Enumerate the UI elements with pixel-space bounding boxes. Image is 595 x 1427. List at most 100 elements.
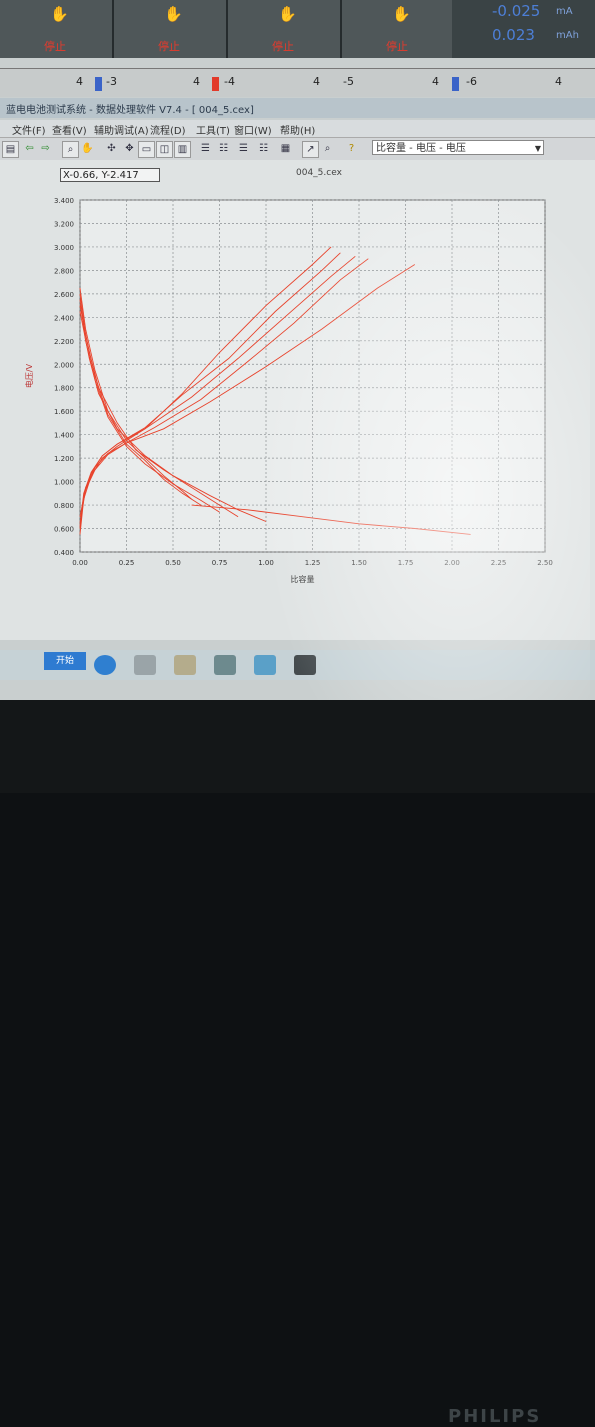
- channel-number[interactable]: -3: [106, 75, 117, 93]
- y-tick-label: 1.800: [54, 385, 74, 393]
- channel-number[interactable]: -4: [224, 75, 235, 93]
- help-icon[interactable]: ?: [344, 141, 359, 156]
- y-tick-label: 3.000: [54, 244, 74, 252]
- view-mode-select[interactable]: 比容量 - 电压 - 电压 ▼: [372, 140, 544, 155]
- layout-single-icon[interactable]: ▭: [138, 141, 155, 158]
- y-tick-label: 1.400: [54, 432, 74, 440]
- voltage-capacity-chart: 3.4003.2003.0002.8002.6002.4002.2002.000…: [0, 160, 595, 640]
- y-tick-label: 1.000: [54, 479, 74, 487]
- taskbar-app-icon[interactable]: [214, 655, 236, 675]
- channel-count: 4: [555, 75, 562, 88]
- menu-view[interactable]: 查看(V): [52, 122, 87, 137]
- channel-marker: [95, 77, 102, 91]
- x-tick-label: 2.50: [537, 559, 553, 567]
- current-readout: -0.025 mA 0.023 mAh: [452, 0, 595, 58]
- menu-help[interactable]: 帮助(H): [280, 122, 315, 137]
- x-tick-label: 0.25: [119, 559, 135, 567]
- hand-stop-icon: ✋: [278, 5, 297, 23]
- y-tick-label: 0.800: [54, 502, 74, 510]
- search-icon[interactable]: ⌕: [320, 141, 335, 156]
- menu-assist[interactable]: 辅助调试(A): [94, 122, 149, 137]
- arrows-icon[interactable]: ✣: [104, 141, 119, 156]
- menu-window[interactable]: 窗口(W): [234, 122, 272, 137]
- hand-stop-icon: ✋: [164, 5, 183, 23]
- taskbar-app-icon[interactable]: [134, 655, 156, 675]
- list-icon[interactable]: ☰: [198, 141, 213, 156]
- cursor-coordinate-readout: X-0.66, Y-2.417: [60, 168, 160, 182]
- folder-icon[interactable]: [174, 655, 196, 675]
- y-tick-label: 1.600: [54, 408, 74, 416]
- y-tick-label: 2.800: [54, 267, 74, 275]
- layout-triple-icon[interactable]: ▥: [174, 141, 191, 158]
- y-tick-label: 3.200: [54, 220, 74, 228]
- menu-file[interactable]: 文件(F): [12, 122, 46, 137]
- capacity-value: 0.023: [492, 26, 535, 44]
- taskbar-app-icon[interactable]: [294, 655, 316, 675]
- forward-arrow-icon[interactable]: ⇨: [38, 141, 53, 156]
- current-unit: mA: [556, 6, 573, 17]
- menu-bar: 文件(F) 查看(V) 辅助调试(A) 流程(D) 工具(T) 窗口(W) 帮助…: [0, 120, 595, 138]
- channel-tile[interactable]: ✋ 停止: [342, 0, 456, 58]
- browser-icon[interactable]: [94, 655, 116, 675]
- x-tick-label: 0.75: [212, 559, 228, 567]
- layout-split-icon[interactable]: ◫: [156, 141, 173, 158]
- channel-status: 停止: [272, 40, 294, 53]
- curve-icon[interactable]: ↗: [302, 141, 319, 158]
- channel-number-bar: 4 -3 4 -4 4 -5 4 -6 4: [0, 68, 595, 97]
- list4-icon[interactable]: ☷: [256, 141, 271, 156]
- y-tick-label: 1.200: [54, 455, 74, 463]
- channel-status: 停止: [386, 40, 408, 53]
- channel-status: 停止: [158, 40, 180, 53]
- menu-process[interactable]: 流程(D): [150, 122, 186, 137]
- x-tick-label: 1.75: [398, 559, 414, 567]
- x-tick-label: 2.25: [491, 559, 507, 567]
- fit-icon[interactable]: ✥: [122, 141, 137, 156]
- channel-count: 4: [432, 75, 439, 88]
- list2-icon[interactable]: ☷: [216, 141, 231, 156]
- chevron-down-icon: ▼: [534, 144, 541, 153]
- y-axis-label: 电压/V: [24, 363, 34, 388]
- channel-tile[interactable]: ✋ 停止: [0, 0, 114, 58]
- current-value: -0.025: [492, 2, 541, 20]
- channel-number[interactable]: -6: [466, 75, 477, 93]
- x-tick-label: 0.50: [165, 559, 181, 567]
- y-tick-label: 2.400: [54, 314, 74, 322]
- hand-pan-icon[interactable]: ✋: [80, 141, 95, 156]
- monitor-screen: ✋ 停止 ✋ 停止 ✋ 停止 ✋ 停止 -0.025 mA 0.023 mAh …: [0, 0, 595, 700]
- channel-status: 停止: [44, 40, 66, 53]
- y-tick-label: 2.000: [54, 361, 74, 369]
- y-tick-label: 0.600: [54, 526, 74, 534]
- menu-tools[interactable]: 工具(T): [196, 122, 230, 137]
- hand-stop-icon: ✋: [50, 5, 69, 23]
- channel-count: 4: [76, 75, 83, 88]
- monitor-bezel: PHILIPS: [0, 700, 595, 1427]
- x-axis-label: 比容量: [291, 574, 315, 584]
- zoom-icon[interactable]: ⌕: [62, 141, 79, 158]
- start-button[interactable]: 开始: [44, 652, 86, 670]
- x-tick-label: 1.00: [258, 559, 274, 567]
- x-tick-label: 0.00: [72, 559, 88, 567]
- window-title: 蓝电电池测试系统 - 数据处理软件 V7.4 - [ 004_5.cex]: [6, 105, 254, 116]
- window-titlebar[interactable]: 蓝电电池测试系统 - 数据处理软件 V7.4 - [ 004_5.cex]: [0, 98, 595, 118]
- channel-tile[interactable]: ✋ 停止: [114, 0, 228, 58]
- grid-icon[interactable]: ▦: [278, 141, 293, 156]
- y-tick-label: 3.400: [54, 197, 74, 205]
- plot-file-title: 004_5.cex: [296, 168, 342, 178]
- open-icon[interactable]: ▤: [2, 141, 19, 158]
- x-tick-label: 1.50: [351, 559, 367, 567]
- channel-tile[interactable]: ✋ 停止: [228, 0, 342, 58]
- capacity-unit: mAh: [556, 30, 579, 41]
- monitor-brand-logo: PHILIPS: [448, 1406, 542, 1427]
- back-arrow-icon[interactable]: ⇦: [22, 141, 37, 156]
- list3-icon[interactable]: ☰: [236, 141, 251, 156]
- taskbar-app-icon[interactable]: [254, 655, 276, 675]
- channel-marker: [452, 77, 459, 91]
- plot-area[interactable]: 3.400 3.200 3.000 2.800 2.600 2.400 2.200 2.000…: [0, 160, 595, 640]
- channel-marker: [212, 77, 219, 91]
- y-tick-label: 2.200: [54, 338, 74, 346]
- channel-monitor-panel: ✋ 停止 ✋ 停止 ✋ 停止 ✋ 停止 -0.025 mA 0.023 mAh: [0, 0, 595, 58]
- x-tick-label: 2.00: [444, 559, 460, 567]
- x-tick-label: 1.25: [305, 559, 321, 567]
- channel-number[interactable]: -5: [343, 75, 354, 93]
- y-tick-label: 0.400: [54, 549, 74, 557]
